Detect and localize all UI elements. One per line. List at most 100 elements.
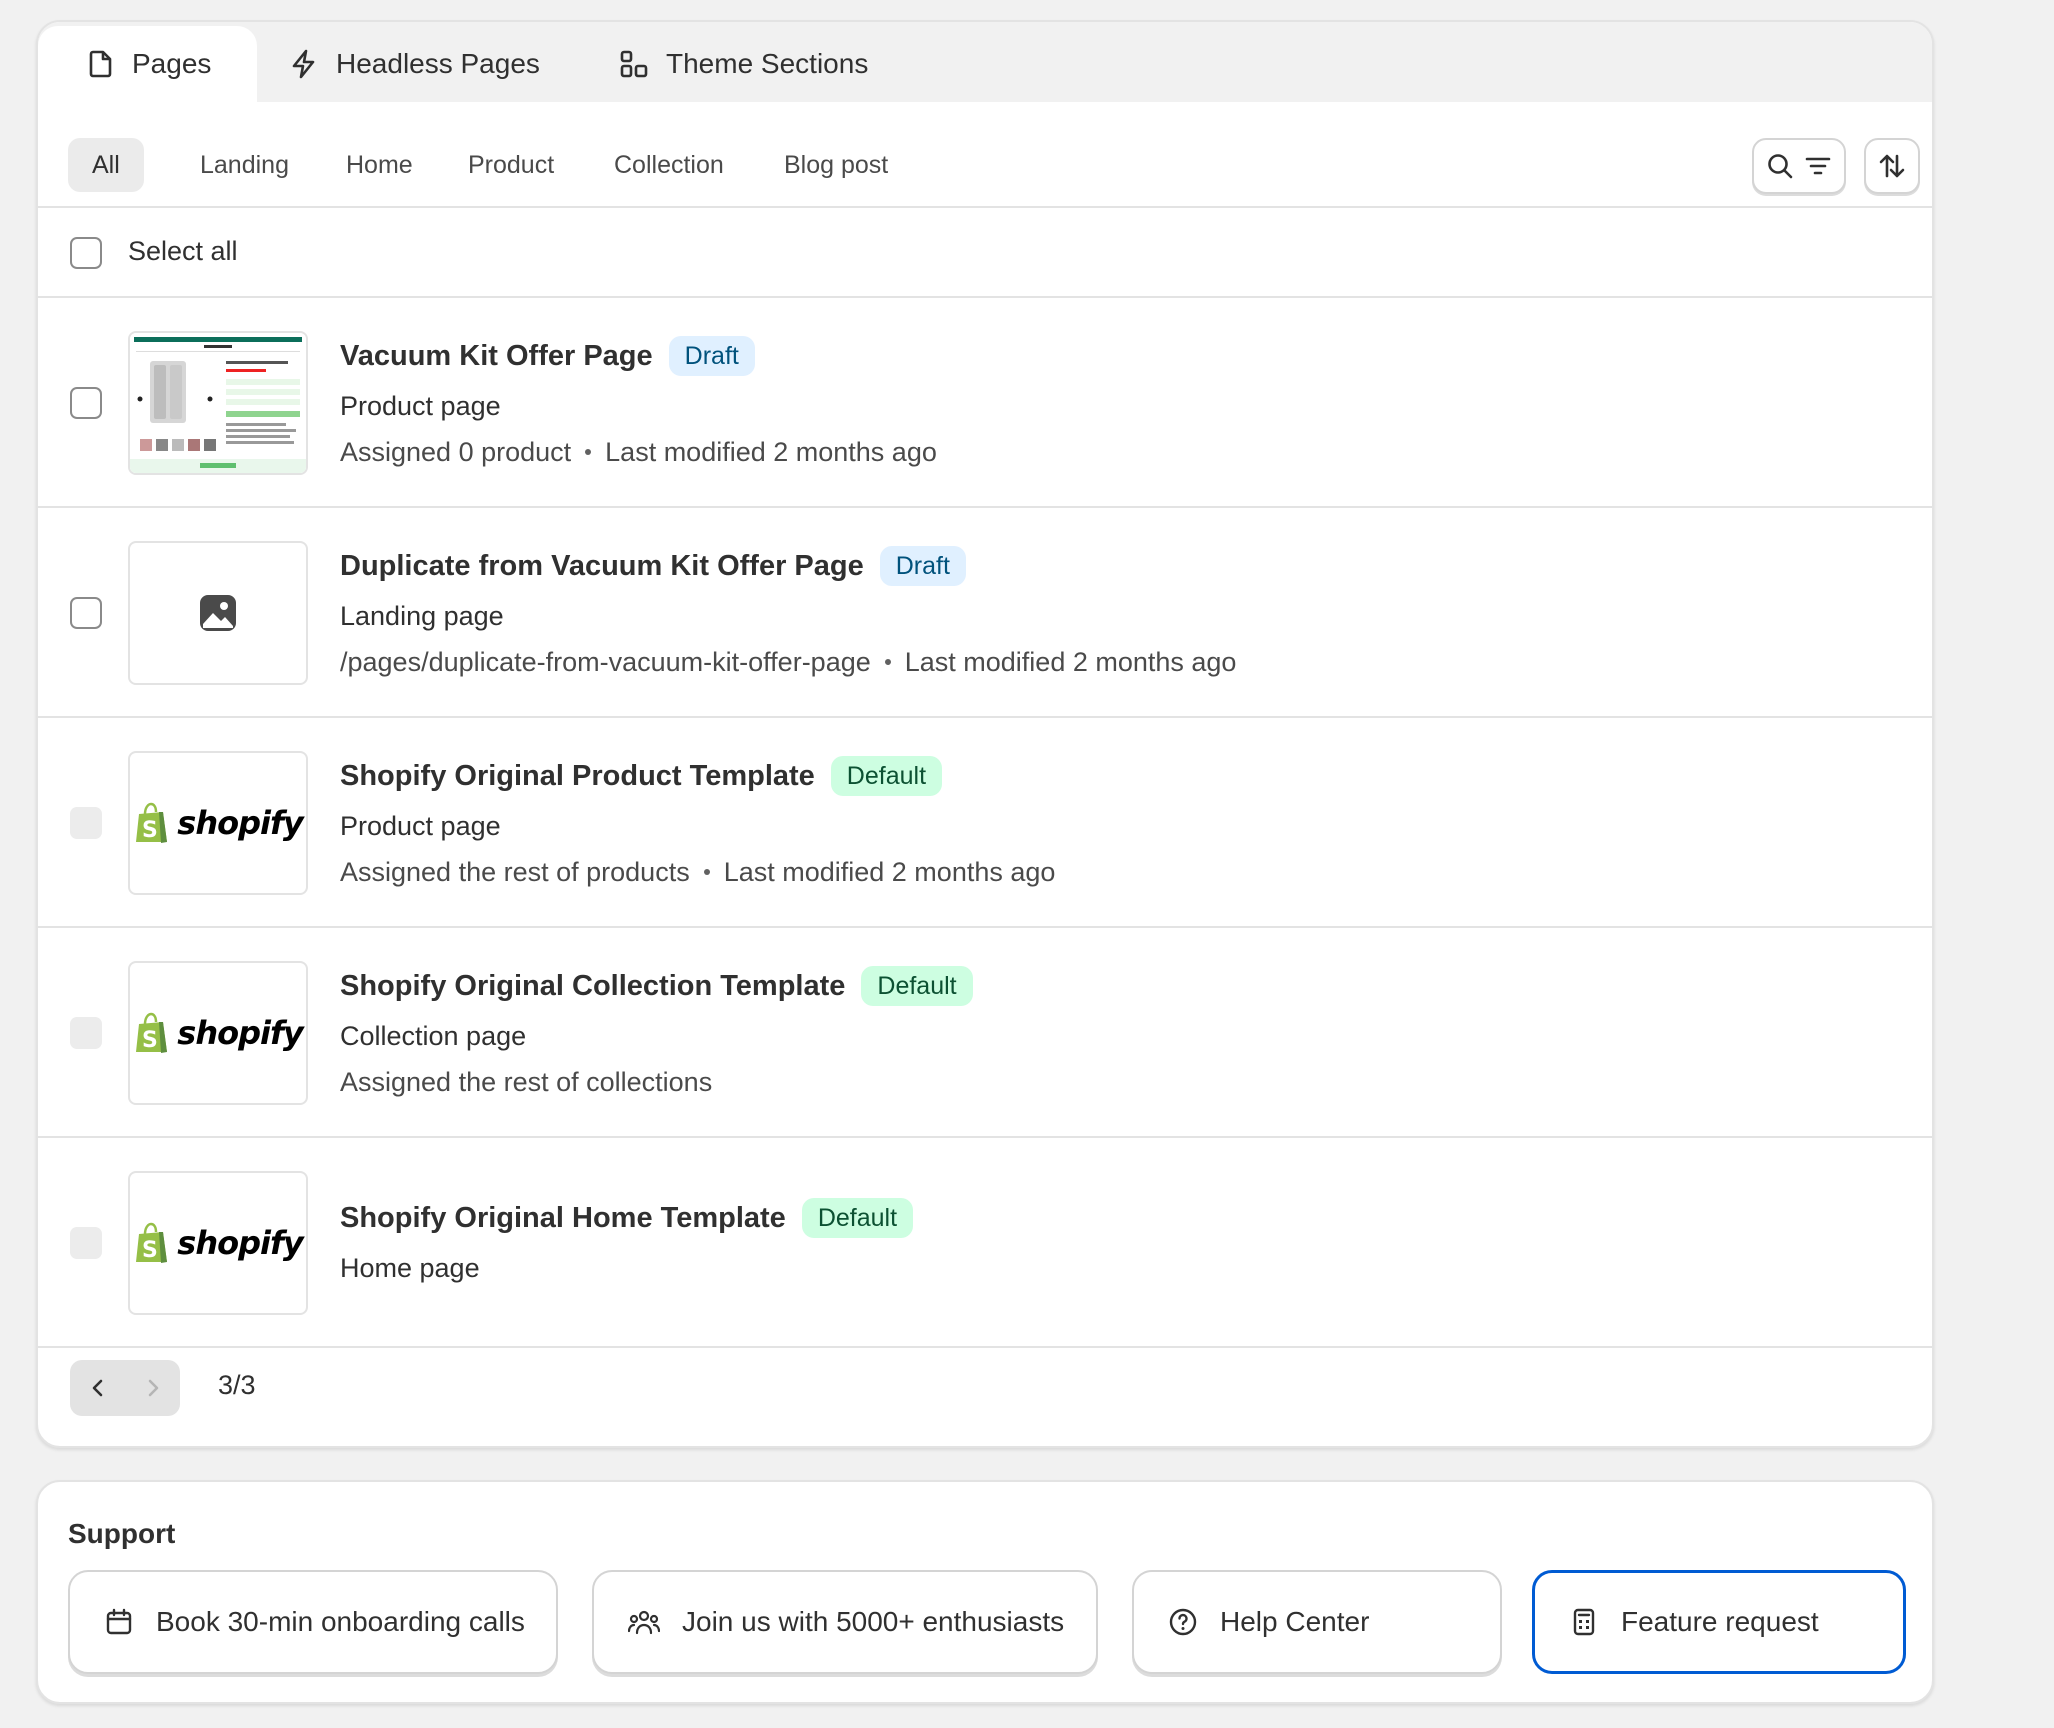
page-preview-image: [130, 333, 306, 473]
book-onboarding-call-button[interactable]: Book 30-min onboarding calls: [68, 1570, 558, 1674]
filter-collection[interactable]: Collection: [590, 138, 748, 192]
shopify-logo: S shopify: [133, 1012, 304, 1054]
row-checkbox-disabled: [70, 1227, 102, 1259]
filter-home[interactable]: Home: [322, 138, 437, 192]
page-title[interactable]: Vacuum Kit Offer Page: [340, 340, 653, 373]
status-badge: Draft: [668, 336, 755, 376]
feature-request-button[interactable]: Feature request: [1532, 1570, 1906, 1674]
status-badge: Draft: [879, 546, 966, 586]
shopify-bag-icon: S: [136, 1012, 168, 1053]
page-preview-thumbnail: [128, 331, 308, 475]
support-card: Support Book 30-min onboarding calls Joi…: [36, 1480, 1934, 1704]
image-placeholder-icon: [200, 595, 236, 631]
form-icon: [1573, 1608, 1595, 1636]
page-title[interactable]: Duplicate from Vacuum Kit Offer Page: [340, 550, 864, 583]
tab-headless-pages[interactable]: Headless Pages: [242, 26, 586, 102]
chevron-left-icon: [92, 1379, 102, 1397]
row-info: Duplicate from Vacuum Kit Offer Page Dra…: [340, 544, 1912, 680]
table-row[interactable]: Duplicate from Vacuum Kit Offer Page Dra…: [38, 508, 1932, 718]
page-type: Landing page: [340, 601, 504, 631]
join-community-button[interactable]: Join us with 5000+ enthusiasts: [592, 1570, 1098, 1674]
button-label: Help Center: [1220, 1606, 1370, 1637]
shopify-logo: S shopify: [133, 1222, 304, 1264]
shopify-wordmark: shopify: [177, 1224, 303, 1262]
last-modified: Last modified 2 months ago: [723, 857, 1056, 887]
svg-text:S: S: [142, 1028, 158, 1053]
status-badge: Default: [861, 966, 973, 1006]
sections-icon: [620, 50, 648, 78]
page-icon: [89, 50, 112, 78]
tab-pages[interactable]: Pages: [38, 26, 258, 102]
button-label: Join us with 5000+ enthusiasts: [682, 1606, 1065, 1637]
page-type: Collection page: [340, 1021, 527, 1051]
help-center-button[interactable]: Help Center: [1132, 1570, 1502, 1674]
next-page-button[interactable]: [125, 1360, 180, 1416]
sort-icon: [1879, 154, 1905, 178]
filter-product[interactable]: Product: [444, 138, 578, 192]
shopify-logo: S shopify: [133, 802, 304, 844]
page-preview-thumbnail: S shopify: [128, 1171, 308, 1315]
tab-theme-sections[interactable]: Theme Sections: [572, 26, 914, 102]
row-checkbox-disabled: [70, 807, 102, 839]
sort-button[interactable]: [1864, 138, 1920, 194]
svg-text:S: S: [142, 1238, 158, 1263]
page-preview-thumbnail: S shopify: [128, 961, 308, 1105]
table-row[interactable]: S shopify Shopify Original Home Template…: [38, 1138, 1932, 1348]
page-preview-thumbnail: S shopify: [128, 751, 308, 895]
row-checkbox-disabled: [70, 1017, 102, 1049]
shopify-wordmark: shopify: [177, 804, 303, 842]
assignment-text: Assigned the rest of collections: [340, 1067, 713, 1097]
filter-landing[interactable]: Landing: [176, 138, 313, 192]
page-path: /pages/duplicate-from-vacuum-kit-offer-p…: [340, 647, 871, 677]
community-icon: [628, 1610, 660, 1635]
filter-blog-post[interactable]: Blog post: [760, 138, 912, 192]
assignment-text: Assigned 0 product: [340, 437, 572, 467]
pages-card: Pages Headless Pages Theme Sections All …: [36, 20, 1934, 1448]
page-type: Home page: [340, 1253, 480, 1283]
calendar-icon: [106, 1608, 132, 1635]
filter-icon: [1805, 157, 1831, 175]
page-count: 3/3: [218, 1370, 256, 1400]
button-label: Feature request: [1621, 1606, 1819, 1637]
select-all-label: Select all: [128, 236, 238, 266]
lightning-icon: [292, 49, 315, 79]
filter-all[interactable]: All: [68, 138, 144, 192]
row-checkbox[interactable]: [70, 597, 102, 629]
row-info: Shopify Original Collection Template Def…: [340, 964, 1912, 1100]
tab-label: Headless Pages: [336, 48, 540, 79]
last-modified: Last modified 2 months ago: [605, 437, 937, 467]
row-checkbox[interactable]: [70, 387, 102, 419]
search-filter-button[interactable]: [1752, 138, 1846, 194]
status-badge: Default: [830, 756, 943, 796]
tab-bar: Pages Headless Pages Theme Sections: [38, 22, 1932, 102]
select-all-row: Select all: [38, 208, 1932, 298]
button-label: Book 30-min onboarding calls: [156, 1606, 525, 1637]
page-type: Product page: [340, 391, 501, 421]
tab-label: Theme Sections: [666, 48, 869, 79]
table-row[interactable]: S shopify Shopify Original Product Templ…: [38, 718, 1932, 928]
shopify-wordmark: shopify: [177, 1014, 303, 1052]
separator-dot: [585, 449, 592, 455]
page-type: Product page: [340, 811, 501, 841]
row-info: Shopify Original Product Template Defaul…: [340, 754, 1912, 890]
row-info: Shopify Original Home Template Default H…: [340, 1196, 1912, 1286]
separator-dot: [703, 869, 710, 875]
previous-page-button[interactable]: [70, 1360, 125, 1416]
separator-dot: [884, 659, 891, 665]
status-badge: Default: [801, 1198, 914, 1238]
select-all-checkbox[interactable]: [70, 237, 102, 269]
page-title[interactable]: Shopify Original Product Template: [340, 760, 815, 793]
support-title: Support: [68, 1518, 176, 1549]
shopify-bag-icon: S: [136, 1222, 168, 1263]
page-title[interactable]: Shopify Original Collection Template: [340, 970, 845, 1003]
table-row[interactable]: Vacuum Kit Offer Page Draft Product page…: [38, 298, 1932, 508]
assignment-text: Assigned the rest of products: [340, 857, 690, 887]
table-row[interactable]: S shopify Shopify Original Collection Te…: [38, 928, 1932, 1138]
row-info: Vacuum Kit Offer Page Draft Product page…: [340, 334, 1912, 470]
question-circle-icon: [1169, 1608, 1197, 1636]
tab-label: Pages: [132, 48, 212, 79]
search-icon: [1768, 154, 1793, 179]
filter-bar: All Landing Home Product Collection Blog…: [38, 102, 1932, 208]
page-title[interactable]: Shopify Original Home Template: [340, 1202, 786, 1235]
last-modified: Last modified 2 months ago: [904, 647, 1237, 677]
